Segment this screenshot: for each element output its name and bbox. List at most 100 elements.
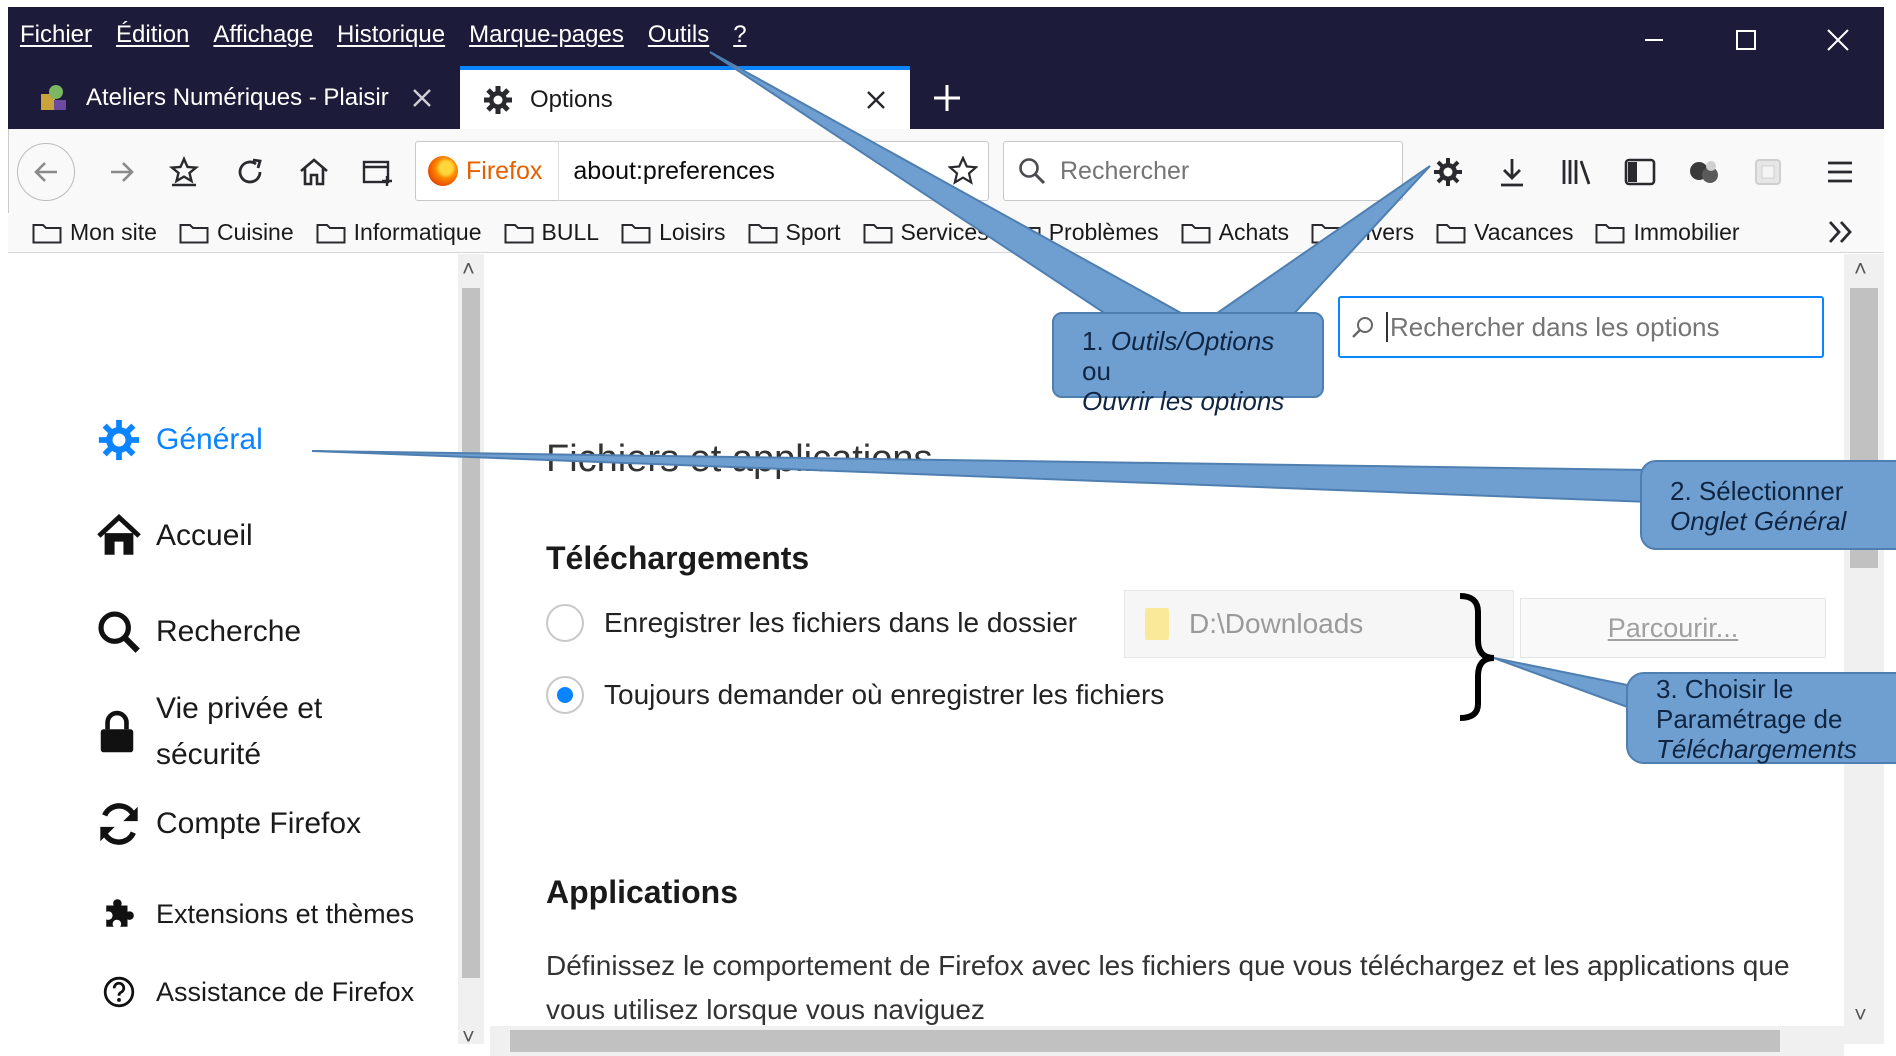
minimize-button[interactable] bbox=[1608, 11, 1700, 69]
radio-label: Toujours demander où enregistrer les fic… bbox=[604, 679, 1165, 710]
bookmarks-overflow-button[interactable] bbox=[1826, 217, 1856, 255]
bookmark-folder[interactable]: Services bbox=[863, 219, 989, 246]
url-bar[interactable]: Firefox about:preferences bbox=[415, 141, 989, 201]
menu-aide[interactable]: ? bbox=[733, 21, 746, 49]
browse-button[interactable]: Parcourir... bbox=[1520, 598, 1826, 658]
tab-ateliers[interactable]: Ateliers Numériques - Plaisir bbox=[16, 66, 456, 129]
forward-button[interactable] bbox=[93, 143, 151, 201]
scroll-down-icon[interactable]: ˅ bbox=[462, 1024, 475, 1050]
category-privacy[interactable]: Vie privée et sécurité bbox=[96, 686, 322, 778]
disabled-addon-button[interactable] bbox=[1739, 143, 1797, 201]
reload-button[interactable] bbox=[221, 143, 279, 201]
scroll-up-icon[interactable]: ˄ bbox=[1854, 256, 1867, 282]
main-scrollbar[interactable]: ˄ ˅ bbox=[1844, 254, 1884, 1044]
category-general[interactable]: Général bbox=[96, 414, 263, 466]
reload-icon bbox=[238, 158, 262, 184]
home-button[interactable] bbox=[285, 143, 343, 201]
sidebar-toggle-button[interactable] bbox=[1611, 143, 1669, 201]
search-icon bbox=[96, 606, 156, 658]
bookmark-folder[interactable]: Cuisine bbox=[179, 219, 294, 246]
category-extensions[interactable]: Extensions et thèmes bbox=[96, 888, 414, 940]
bookmark-folder[interactable]: Loisirs bbox=[621, 219, 726, 246]
category-search[interactable]: Recherche bbox=[96, 606, 301, 658]
firefox-logo-icon bbox=[428, 156, 458, 186]
window-plus-icon bbox=[362, 160, 392, 186]
tab-close-button[interactable] bbox=[856, 80, 896, 120]
web-search-bar[interactable] bbox=[1003, 141, 1403, 201]
callout-1-line2-text: Ouvrir les options bbox=[1082, 386, 1285, 416]
folder-icon bbox=[621, 223, 651, 243]
open-menu-button[interactable] bbox=[1811, 143, 1869, 201]
folder-icon bbox=[748, 223, 778, 243]
bookmark-folder[interactable]: Achats bbox=[1181, 219, 1289, 246]
preferences-button[interactable] bbox=[1419, 143, 1477, 201]
bookmark-folder[interactable]: Informatique bbox=[316, 219, 482, 246]
bookmark-folder[interactable]: Sport bbox=[748, 219, 841, 246]
category-home[interactable]: Accueil bbox=[96, 510, 253, 562]
sidebar-icon bbox=[1624, 158, 1656, 186]
folder-icon bbox=[1595, 223, 1625, 243]
home-icon bbox=[96, 510, 156, 562]
bookmark-label: Immobilier bbox=[1633, 219, 1740, 245]
menu-historique[interactable]: Historique bbox=[337, 21, 445, 49]
web-search-input[interactable] bbox=[1060, 156, 1380, 186]
preferences-search-box[interactable] bbox=[1338, 296, 1824, 358]
radio-save-to-folder[interactable]: Enregistrer les fichiers dans le dossier bbox=[546, 604, 1077, 642]
bookmark-folder[interactable]: Problèmes bbox=[1011, 219, 1159, 246]
bookmark-folder[interactable]: BULL bbox=[504, 219, 599, 246]
category-label: Compte Firefox bbox=[156, 807, 362, 840]
bookmark-folder[interactable]: Divers bbox=[1311, 219, 1414, 246]
bookmark-label: Mon site bbox=[70, 219, 157, 245]
category-label-line1: Vie privée et bbox=[156, 692, 323, 725]
radio-button[interactable] bbox=[546, 676, 584, 714]
maximize-button[interactable] bbox=[1700, 11, 1792, 69]
new-window-tab-button[interactable] bbox=[349, 143, 407, 201]
folder-icon bbox=[504, 223, 534, 243]
menu-fichier[interactable]: Fichier bbox=[20, 21, 92, 49]
callout-1-line1: 1. Outils/Options ou bbox=[1082, 326, 1310, 386]
library-icon bbox=[1562, 160, 1591, 185]
category-support[interactable]: Assistance de Firefox bbox=[96, 966, 414, 1018]
folder-icon bbox=[1145, 608, 1169, 640]
identity-box[interactable]: Firefox bbox=[416, 141, 560, 201]
bookmarks-toolbar: Mon site Cuisine Informatique BULL Loisi… bbox=[8, 213, 1884, 253]
preferences-search-input[interactable] bbox=[1390, 311, 1810, 343]
menu-edition[interactable]: Édition bbox=[116, 21, 189, 49]
menu-affichage[interactable]: Affichage bbox=[213, 21, 313, 49]
horizontal-scrollbar[interactable] bbox=[490, 1026, 1844, 1056]
menu-marque-pages[interactable]: Marque-pages bbox=[469, 21, 624, 49]
extension-button[interactable] bbox=[1675, 143, 1733, 201]
search-icon bbox=[1004, 157, 1060, 185]
folder-icon bbox=[32, 223, 62, 243]
bookmark-label: Informatique bbox=[353, 219, 482, 245]
radio-button[interactable] bbox=[546, 604, 584, 642]
bookmark-folder[interactable]: Vacances bbox=[1436, 219, 1573, 246]
tab-close-button[interactable] bbox=[402, 78, 442, 118]
callout-1: 1. Outils/Options ou Ouvrir les options bbox=[1052, 312, 1324, 416]
site-favicon-icon bbox=[34, 78, 74, 118]
callout-3: 3. Choisir le Paramétrage de Téléchargem… bbox=[1626, 672, 1896, 764]
library-button[interactable] bbox=[1547, 143, 1605, 201]
category-label: Extensions et thèmes bbox=[156, 898, 415, 929]
bookmark-folder[interactable]: Mon site bbox=[32, 219, 157, 246]
bookmark-page-button[interactable] bbox=[938, 156, 988, 186]
scrollbar-thumb[interactable] bbox=[510, 1030, 1780, 1052]
radio-always-ask[interactable]: Toujours demander où enregistrer les fic… bbox=[546, 676, 1164, 714]
tab-options[interactable]: Options bbox=[460, 66, 910, 129]
back-button[interactable] bbox=[17, 143, 75, 201]
sidebar-scrollbar[interactable]: ˄ ˅ bbox=[458, 254, 484, 1049]
scroll-down-icon[interactable]: ˅ bbox=[1854, 1002, 1867, 1028]
category-account[interactable]: Compte Firefox bbox=[96, 798, 361, 850]
scrollbar-thumb[interactable] bbox=[462, 288, 480, 978]
scroll-up-icon[interactable]: ˄ bbox=[462, 256, 475, 282]
folder-icon bbox=[316, 223, 346, 243]
bookmark-star-button[interactable] bbox=[155, 143, 213, 201]
bookmark-folder[interactable]: Immobilier bbox=[1595, 219, 1740, 246]
menu-outils[interactable]: Outils bbox=[648, 21, 709, 49]
downloads-button[interactable] bbox=[1483, 143, 1541, 201]
bookmark-label: Sport bbox=[785, 219, 841, 245]
maximize-icon bbox=[1736, 30, 1756, 50]
close-window-button[interactable] bbox=[1792, 11, 1884, 69]
new-tab-button[interactable] bbox=[920, 74, 974, 122]
url-text[interactable]: about:preferences bbox=[559, 157, 938, 186]
